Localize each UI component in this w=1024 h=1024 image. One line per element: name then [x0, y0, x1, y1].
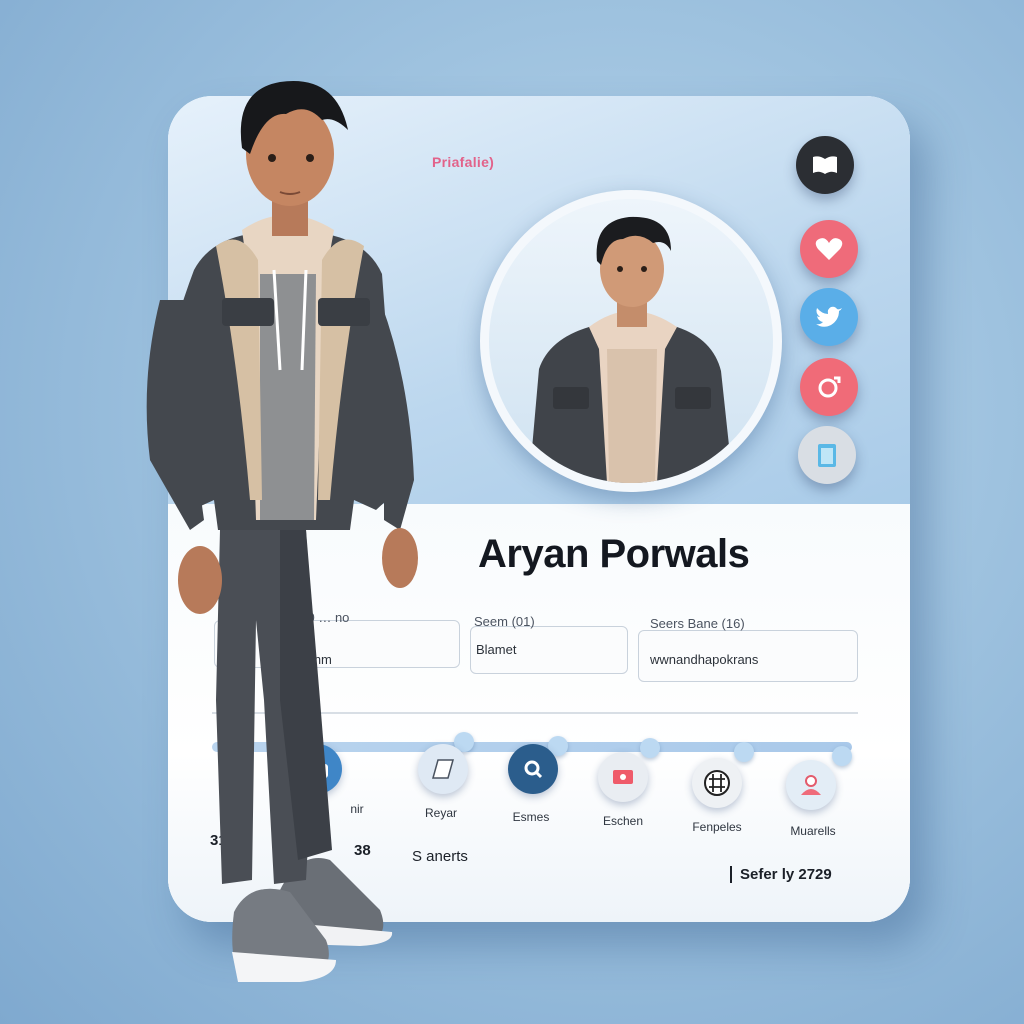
- field-value-2: Blamet: [476, 642, 517, 657]
- profile-header-label: Priafalie): [432, 154, 495, 170]
- timeline-dot[interactable]: [734, 742, 754, 762]
- field-value-3: wwnandhapokrans: [650, 652, 759, 667]
- door-icon[interactable]: [798, 426, 856, 484]
- avatar[interactable]: [480, 190, 782, 492]
- timeline-label-6: Muarells: [790, 824, 836, 838]
- grid-icon[interactable]: [692, 758, 742, 808]
- timeline-label-3: Esmes: [512, 810, 550, 824]
- photo-icon[interactable]: [598, 752, 648, 802]
- timeline-label-4: Eschen: [602, 814, 644, 828]
- user-icon[interactable]: [786, 760, 836, 810]
- ring-icon[interactable]: [800, 358, 858, 416]
- field-label-3: Seers Bane (16): [650, 616, 745, 631]
- character-figure: [130, 60, 440, 1000]
- avatar-image: [489, 199, 773, 483]
- field-label-2: Seem (01): [474, 614, 535, 629]
- search-icon[interactable]: [508, 744, 558, 794]
- timeline-label-5: Fenpeles: [692, 820, 742, 834]
- heart-icon[interactable]: [800, 220, 858, 278]
- footer-right-text: Sefer ly 2729: [730, 866, 832, 883]
- profile-name: Aryan Porwals: [478, 532, 750, 576]
- book-icon[interactable]: [796, 136, 854, 194]
- timeline-dot[interactable]: [640, 738, 660, 758]
- timeline-dot[interactable]: [832, 746, 852, 766]
- twitter-bird-icon[interactable]: [800, 288, 858, 346]
